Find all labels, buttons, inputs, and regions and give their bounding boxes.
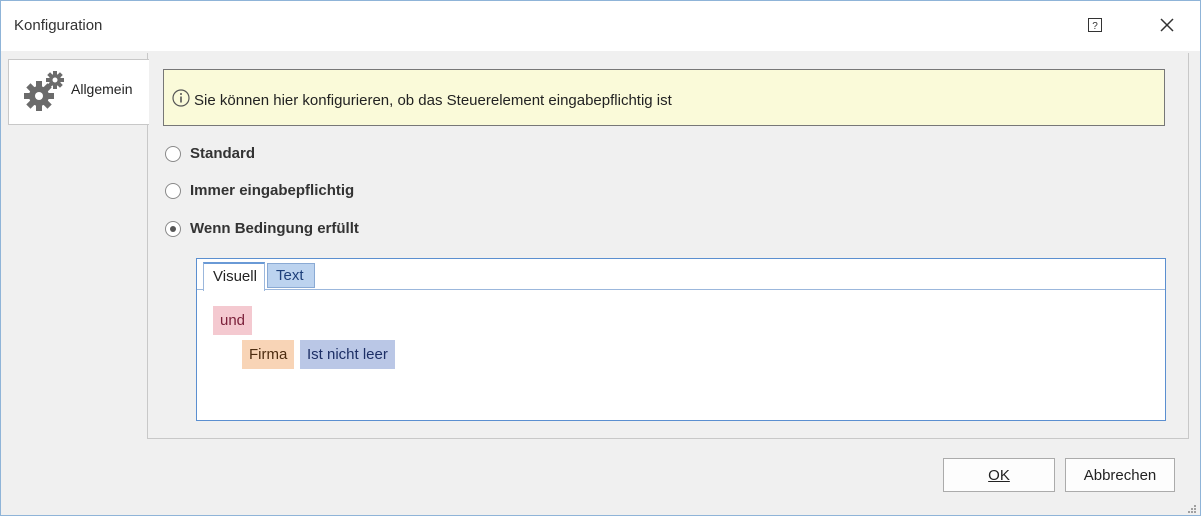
- radio-circle[interactable]: [165, 145, 181, 162]
- ok-button-label: OK: [988, 466, 1010, 484]
- condition-comparison-chip[interactable]: Ist nicht leer: [300, 340, 395, 369]
- condition-field-chip[interactable]: Firma: [242, 340, 295, 369]
- radio-circle[interactable]: [165, 182, 181, 199]
- condition-operator-chip[interactable]: und: [213, 306, 253, 335]
- radio-label: Standard: [190, 145, 256, 162]
- condition-tabstrip: [197, 259, 1165, 290]
- radio-standard[interactable]: Standard: [165, 145, 255, 162]
- radio-circle[interactable]: [165, 220, 181, 237]
- tab-visuell-label: Visuell: [213, 268, 257, 285]
- gears-icon: [21, 68, 67, 118]
- close-icon[interactable]: [1156, 14, 1178, 36]
- help-icon[interactable]: ?: [1086, 16, 1104, 34]
- sidebar-tab-label: Allgemein: [71, 81, 133, 97]
- svg-text:?: ?: [1092, 21, 1098, 32]
- dialog-window: Konfiguration ? Allgemein Sie können hie…: [0, 0, 1201, 516]
- window-title: Konfiguration: [14, 17, 103, 34]
- condition-editor: Visuell Text und Firma Ist nicht leer: [196, 258, 1166, 421]
- cancel-button-label: Abbrechen: [1083, 466, 1157, 484]
- cancel-button[interactable]: Abbrechen: [1065, 458, 1175, 492]
- ok-button[interactable]: OK: [943, 458, 1055, 492]
- resize-grip-icon[interactable]: [1185, 501, 1197, 518]
- radio-wenn-bedingung-erfuellt[interactable]: Wenn Bedingung erfüllt: [165, 220, 359, 237]
- radio-label: Wenn Bedingung erfüllt: [190, 220, 359, 237]
- info-banner: Sie können hier konfigurieren, ob das St…: [163, 69, 1165, 126]
- radio-selected-dot: [170, 225, 176, 232]
- radio-immer-eingabepflichtig[interactable]: Immer eingabepflichtig: [165, 182, 354, 199]
- title-bar: Konfiguration ?: [1, 1, 1200, 51]
- tab-text[interactable]: Text: [267, 263, 315, 288]
- radio-label: Immer eingabepflichtig: [190, 182, 355, 199]
- sidebar-tab-allgemein[interactable]: Allgemein: [8, 59, 149, 125]
- info-icon: [172, 89, 190, 111]
- tab-visuell[interactable]: Visuell: [203, 262, 265, 291]
- info-text: Sie können hier konfigurieren, ob das St…: [194, 92, 672, 109]
- tab-text-label: Text: [276, 267, 304, 284]
